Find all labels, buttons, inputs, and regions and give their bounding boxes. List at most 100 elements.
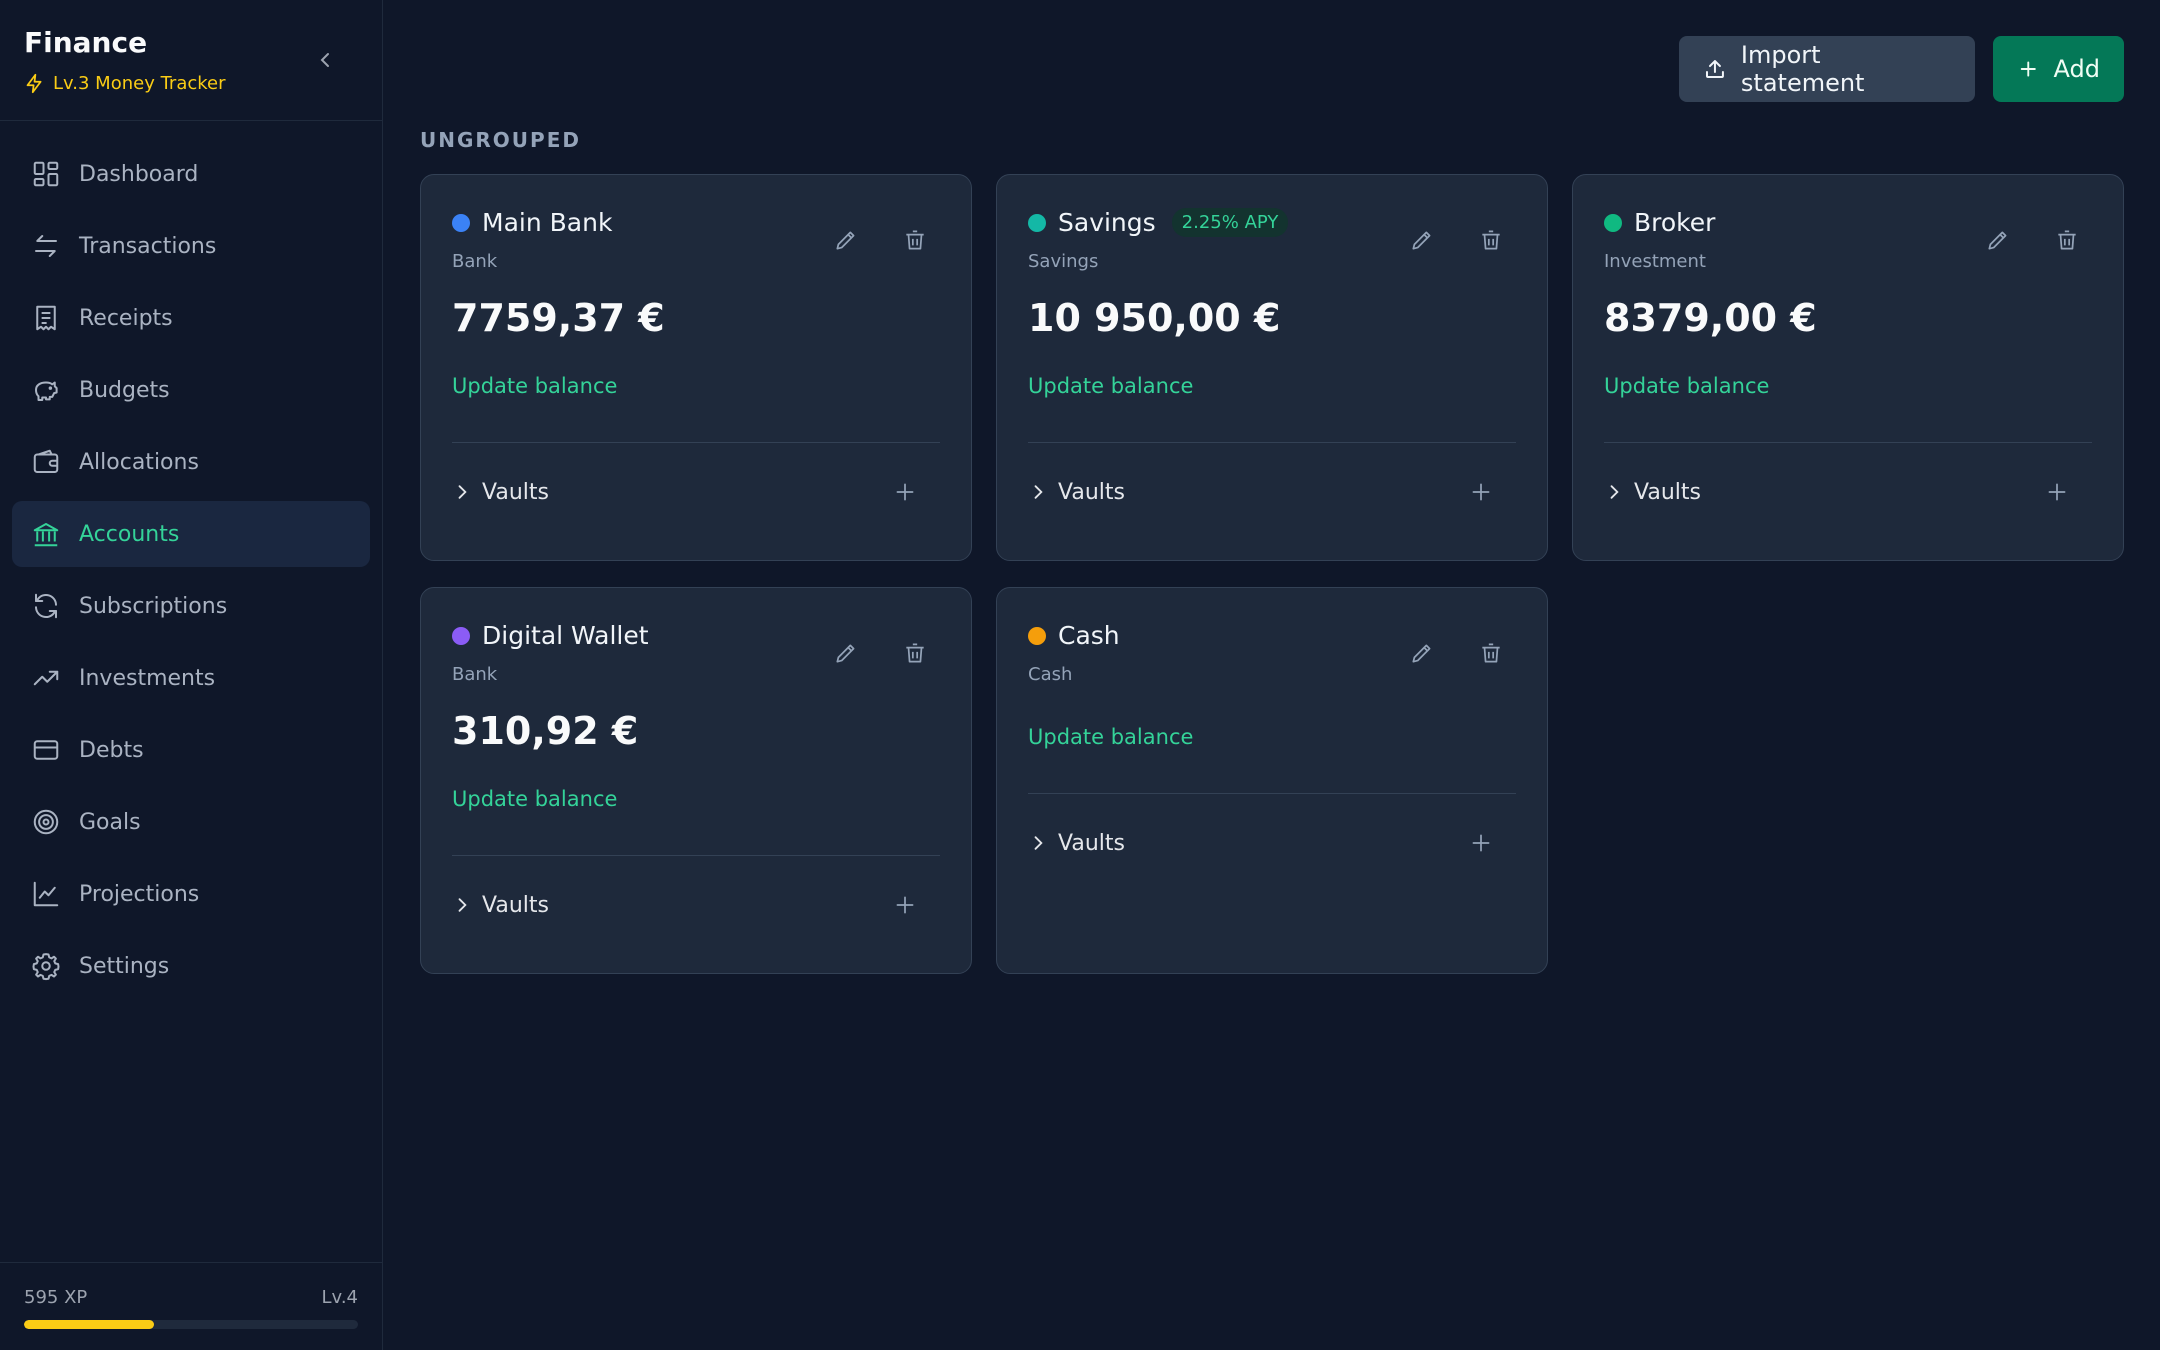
account-type: Bank xyxy=(452,251,498,272)
chevron-right-icon xyxy=(1034,836,1043,850)
edit-icon[interactable] xyxy=(1985,227,2011,253)
main-content: Import statement Add UNGROUPED Main Bank… xyxy=(383,0,2160,1350)
account-card: Cash Cash Update balance Vaults xyxy=(996,587,1548,974)
edit-icon[interactable] xyxy=(1409,640,1435,666)
vaults-toggle[interactable]: Vaults xyxy=(1604,480,1701,505)
account-card: Savings 2.25% APY Savings 10 950,00 € Up… xyxy=(996,174,1548,561)
add-account-button[interactable]: Add xyxy=(1993,36,2124,102)
sidebar-item-label: Investments xyxy=(79,665,216,691)
trending-up-icon xyxy=(33,670,59,686)
vaults-label: Vaults xyxy=(1058,479,1125,505)
update-balance-link[interactable]: Update balance xyxy=(1028,374,1193,398)
add-label: Add xyxy=(2053,55,2100,83)
update-balance-link[interactable]: Update balance xyxy=(1028,725,1193,749)
edit-icon[interactable] xyxy=(833,640,859,666)
sidebar-item-allocations[interactable]: Allocations xyxy=(12,429,370,495)
account-name: Savings xyxy=(1058,208,1156,237)
plus-icon xyxy=(2020,61,2036,77)
add-vault-icon[interactable] xyxy=(892,892,918,918)
import-statement-button[interactable]: Import statement xyxy=(1679,36,1975,102)
sidebar-item-goals[interactable]: Goals xyxy=(12,789,370,855)
sidebar-item-dashboard[interactable]: Dashboard xyxy=(12,141,370,207)
sidebar-item-label: Dashboard xyxy=(79,161,199,187)
update-balance-link[interactable]: Update balance xyxy=(1604,374,1769,398)
chevron-right-icon xyxy=(458,485,467,499)
trash-icon[interactable] xyxy=(1478,227,1504,253)
account-color-dot xyxy=(452,213,470,232)
sidebar-item-accounts[interactable]: Accounts xyxy=(12,501,370,567)
edit-icon[interactable] xyxy=(1409,227,1435,253)
update-balance-link[interactable]: Update balance xyxy=(452,787,617,811)
account-card: Broker Investment 8379,00 € Update balan… xyxy=(1572,174,2124,561)
gear-icon xyxy=(32,953,60,981)
add-vault-icon[interactable] xyxy=(892,479,918,505)
apy-badge: 2.25% APY xyxy=(1171,208,1289,237)
sidebar-item-receipts[interactable]: Receipts xyxy=(12,285,370,351)
vaults-toggle[interactable]: Vaults xyxy=(1028,480,1125,505)
sidebar-item-transactions[interactable]: Transactions xyxy=(12,213,370,279)
lightning-icon xyxy=(26,73,42,94)
sidebar-item-settings[interactable]: Settings xyxy=(12,933,370,999)
sidebar-item-label: Transactions xyxy=(79,233,217,259)
sidebar-item-budgets[interactable]: Budgets xyxy=(12,357,370,423)
level-text: Lv.3 Money Tracker xyxy=(53,73,226,94)
add-vault-icon[interactable] xyxy=(1468,830,1494,856)
account-name: Cash xyxy=(1058,621,1120,650)
account-card: Digital Wallet Bank 310,92 € Update bala… xyxy=(420,587,972,974)
update-balance-link[interactable]: Update balance xyxy=(452,374,617,398)
account-name: Broker xyxy=(1634,208,1716,237)
account-type: Cash xyxy=(1028,664,1073,685)
dashboard-icon xyxy=(33,161,59,187)
xp-progress-fill xyxy=(24,1320,155,1329)
sidebar-item-label: Settings xyxy=(79,953,170,979)
sidebar-item-projections[interactable]: Projections xyxy=(12,861,370,927)
add-vault-icon[interactable] xyxy=(1468,479,1494,505)
chevron-left-icon[interactable] xyxy=(314,48,338,72)
vaults-label: Vaults xyxy=(1634,479,1701,505)
account-color-dot xyxy=(452,626,470,645)
trash-icon[interactable] xyxy=(1478,640,1504,666)
account-color-dot xyxy=(1028,626,1046,645)
sidebar-item-label: Allocations xyxy=(79,449,199,475)
trash-icon[interactable] xyxy=(902,227,928,253)
vaults-toggle[interactable]: Vaults xyxy=(452,480,549,505)
sidebar-brand: Finance Lv.3 Money Tracker xyxy=(0,0,382,121)
trash-icon[interactable] xyxy=(902,640,928,666)
edit-icon[interactable] xyxy=(833,227,859,253)
toolbar: Import statement Add xyxy=(420,0,2124,120)
sidebar-item-label: Goals xyxy=(79,809,141,835)
sidebar-item-label: Accounts xyxy=(79,521,180,547)
import-statement-label: Import statement xyxy=(1740,41,1865,97)
add-vault-icon[interactable] xyxy=(2044,479,2070,505)
line-chart-icon xyxy=(33,881,59,907)
account-type: Savings xyxy=(1028,251,1099,272)
wallet-icon xyxy=(33,449,59,473)
sidebar-item-subscriptions[interactable]: Subscriptions xyxy=(12,573,370,639)
vaults-label: Vaults xyxy=(1058,830,1125,856)
account-balance: 8379,00 € xyxy=(1604,296,1817,340)
app-root: Finance Lv.3 Money Tracker Dashboard Tra… xyxy=(0,0,2160,1350)
chevron-right-icon xyxy=(1610,485,1619,499)
app-title: Finance xyxy=(24,26,148,59)
account-type: Bank xyxy=(452,664,498,685)
account-type: Investment xyxy=(1604,251,1706,272)
sidebar-item-investments[interactable]: Investments xyxy=(12,645,370,711)
xp-panel: 595 XP Lv.4 xyxy=(0,1262,382,1350)
vaults-toggle[interactable]: Vaults xyxy=(1028,831,1125,856)
sidebar-item-debts[interactable]: Debts xyxy=(12,717,370,783)
account-color-dot xyxy=(1604,213,1622,232)
xp-next-level: Lv.4 xyxy=(321,1287,358,1308)
sidebar-item-label: Subscriptions xyxy=(79,593,228,619)
refresh-icon xyxy=(35,593,57,619)
account-name: Main Bank xyxy=(482,208,613,237)
piggy-bank-icon xyxy=(35,381,58,401)
account-name: Digital Wallet xyxy=(482,621,649,650)
sidebar: Finance Lv.3 Money Tracker Dashboard Tra… xyxy=(0,0,383,1350)
vaults-toggle[interactable]: Vaults xyxy=(452,893,549,918)
vaults-label: Vaults xyxy=(482,479,549,505)
bank-icon xyxy=(33,523,59,547)
sidebar-item-label: Debts xyxy=(79,737,144,763)
account-color-dot xyxy=(1028,213,1046,232)
trash-icon[interactable] xyxy=(2054,227,2080,253)
chevron-right-icon xyxy=(1034,485,1043,499)
